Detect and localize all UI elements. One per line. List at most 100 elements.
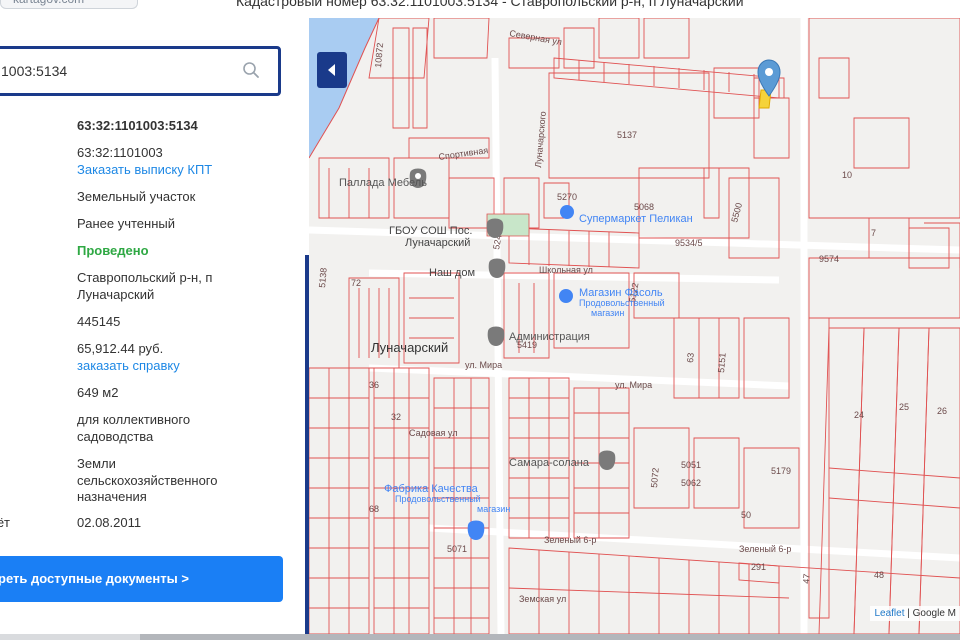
order-kpt-link[interactable]: Заказать выписку КПТ xyxy=(77,162,277,179)
map-label: Земская ул xyxy=(519,594,566,604)
gray-pin-icon xyxy=(487,326,505,346)
cart-icon xyxy=(559,289,573,303)
gray-pin-icon xyxy=(598,450,616,470)
site-url-chip[interactable]: kartagov.com xyxy=(0,0,138,9)
map-label: ул. Мира xyxy=(615,380,652,390)
map-label: 48 xyxy=(874,570,884,580)
top-bar: kartagov.com Кадастровый номер 63:32:110… xyxy=(0,0,960,12)
map-label: 50 xyxy=(741,510,751,520)
map-label: 5072 xyxy=(649,467,661,488)
search-icon[interactable] xyxy=(242,61,260,79)
poi-fasol[interactable]: Магазин Фасоль Продовольственный магазин xyxy=(559,287,665,318)
map-label: 9574 xyxy=(819,254,839,264)
town-label: Луначарский xyxy=(371,340,448,355)
detail-value: для коллективного садоводства xyxy=(77,412,191,444)
poi-label: магазин xyxy=(477,504,510,514)
map-label: 5500 xyxy=(729,202,744,224)
map-label: Северная ул xyxy=(509,28,563,47)
order-certificate-link[interactable]: заказать справку xyxy=(77,358,277,375)
gray-pin-icon xyxy=(486,218,504,238)
map-label: 5068 xyxy=(634,202,654,212)
map-label: 5179 xyxy=(771,466,791,476)
cart-icon xyxy=(560,205,574,219)
map-label: 5270 xyxy=(557,192,577,202)
map-label: 291 xyxy=(751,562,766,572)
detail-value: 65,912.44 руб. xyxy=(77,341,164,356)
detail-value: Ранее учтенный xyxy=(77,216,175,231)
poi-label: Наш дом xyxy=(429,267,475,279)
map-label: 24 xyxy=(854,410,864,420)
view-documents-button[interactable]: реть доступные документы > xyxy=(0,556,283,602)
page-title: Кадастровый номер 63:32:1101003:5134 - С… xyxy=(236,0,744,9)
poi-label: Продовольственный xyxy=(579,298,665,308)
cadastral-search-box xyxy=(0,46,281,96)
leaflet-link[interactable]: Leaflet xyxy=(874,608,904,619)
map-label: 5137 xyxy=(617,130,637,140)
detail-value: Земли сельскохозяйственного назначения xyxy=(77,456,218,504)
detail-value: 02.08.2011 xyxy=(77,515,142,530)
detail-value: 445145 xyxy=(77,314,121,329)
poi-nash-dom[interactable]: Наш дом xyxy=(429,258,506,280)
detail-value: 63:32:1101003:5134 xyxy=(77,118,198,133)
map-label: 10 xyxy=(842,170,852,180)
cadastral-search-input[interactable] xyxy=(1,49,231,93)
map-label: 5062 xyxy=(681,478,701,488)
poi-layer: Паллада Мебель ГБОУ СОШ Пос. Луначарский… xyxy=(339,59,781,540)
map-label: 5151 xyxy=(716,352,728,373)
detail-value: 649 м2 xyxy=(77,385,119,400)
map-label: 68 xyxy=(369,504,379,514)
map-label: Садовая ул xyxy=(409,428,457,438)
detail-value-wrap: 63:32:1101003 Заказать выписку КПТ xyxy=(77,145,277,178)
map-label: 26 xyxy=(937,406,947,416)
map-label: 25 xyxy=(899,402,909,412)
poi-label: магазин xyxy=(591,308,624,318)
scrollbar-thumb[interactable] xyxy=(140,634,960,640)
chevron-left-icon xyxy=(328,64,335,76)
poi-label: Самара-солана xyxy=(509,457,590,469)
detail-value: Земельный участок xyxy=(77,189,196,204)
survey-status-value: Проведено xyxy=(77,243,149,258)
map-label: 10872 xyxy=(373,42,385,68)
map-label: 5071 xyxy=(447,544,467,554)
poi-administration[interactable]: Администрация xyxy=(487,326,590,347)
detail-value-wrap: 65,912.44 руб. заказать справку xyxy=(77,341,277,374)
water-area xyxy=(309,18,379,158)
map-label: 47 xyxy=(801,573,812,584)
map-attribution: Leaflet | Google M xyxy=(870,606,960,621)
map-label: Школьная ул xyxy=(539,265,593,275)
map-label: 5051 xyxy=(681,460,701,470)
map-label: 5138 xyxy=(317,267,329,288)
horizontal-scrollbar[interactable] xyxy=(0,634,960,640)
google-maps-link[interactable]: Google M xyxy=(913,608,956,619)
map-label: ул. Мира xyxy=(465,360,502,370)
detail-value: 63:32:1101003 xyxy=(77,145,163,160)
attribution-separator: | xyxy=(904,608,913,619)
map-label: 36 xyxy=(369,380,379,390)
map-canvas[interactable]: 10872 Северная ул Спортивная Луначарског… xyxy=(309,18,960,634)
cart-pin-icon xyxy=(467,520,485,540)
map-label: 63 xyxy=(685,352,696,363)
detail-value: Ставропольский р-н, п Луначарский xyxy=(77,270,213,302)
poi-label: Луначарский xyxy=(405,237,470,249)
poi-label: Администрация xyxy=(509,331,590,343)
info-panel: 63:32:1101003:5134 63:32:1101003 Заказат… xyxy=(0,12,305,634)
map-label: 72 xyxy=(351,278,361,288)
map-label: Луначарского xyxy=(533,111,548,168)
map-label: 7 xyxy=(871,228,876,238)
gray-pin-icon xyxy=(488,258,506,278)
cadastral-map[interactable]: 10872 Северная ул Спортивная Луначарског… xyxy=(309,18,960,634)
collapse-panel-button[interactable] xyxy=(317,52,347,88)
map-label: Зеленый 6-р xyxy=(544,535,596,545)
map-label: Спортивная xyxy=(438,145,489,162)
roads xyxy=(309,18,960,634)
poi-label: Паллада Мебель xyxy=(339,177,427,189)
map-label: 32 xyxy=(391,412,401,422)
poi-label: Супермаркет Пеликан xyxy=(579,213,693,225)
poi-label: ГБОУ СОШ Пос. xyxy=(389,225,472,237)
map-label: 9534/5 xyxy=(675,238,703,248)
poi-supermarket[interactable]: Супермаркет Пеликан xyxy=(560,205,693,225)
poi-furniture[interactable]: Паллада Мебель xyxy=(339,168,427,190)
map-label: Зеленый 6-р xyxy=(739,544,791,554)
poi-label: Продовольственный xyxy=(395,494,481,504)
detail-label: ёт xyxy=(0,515,10,530)
